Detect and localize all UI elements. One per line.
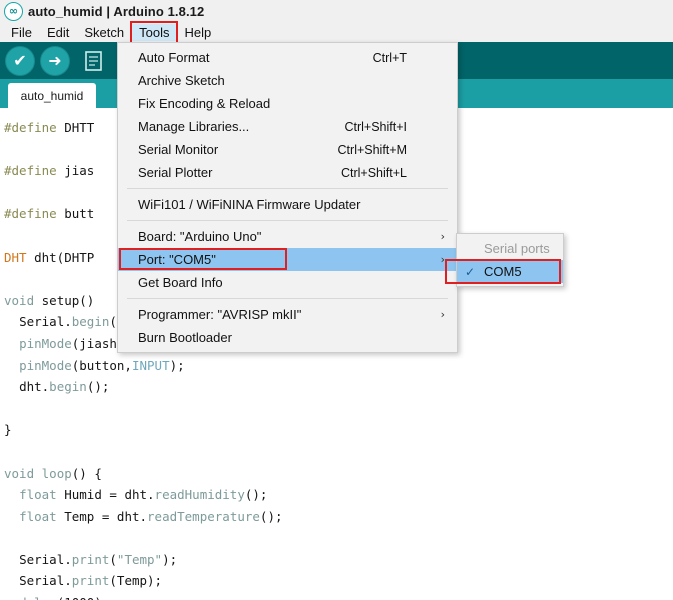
submenu-header-serial-ports: Serial ports <box>484 241 550 256</box>
menu-item-get-board-info[interactable]: Get Board Info <box>118 271 457 294</box>
menu-item-manage-libraries[interactable]: Manage Libraries... Ctrl+Shift+I <box>118 115 457 138</box>
menu-item-archive-sketch[interactable]: Archive Sketch <box>118 69 457 92</box>
menu-item-port[interactable]: Port: "COM5" › <box>118 248 457 271</box>
upload-button[interactable]: ➜ <box>40 46 70 76</box>
verify-button[interactable]: ✔ <box>5 46 35 76</box>
shortcut-serial-monitor: Ctrl+Shift+M <box>337 142 407 157</box>
menu-separator <box>127 220 448 221</box>
shortcut-auto-format: Ctrl+T <box>372 50 407 65</box>
menu-item-auto-format[interactable]: Auto Format Ctrl+T <box>118 46 457 69</box>
new-file-icon <box>84 51 102 71</box>
menubar-item-file[interactable]: File <box>4 24 39 41</box>
chevron-right-icon: › <box>440 230 445 243</box>
shortcut-manage-libraries: Ctrl+Shift+I <box>344 119 407 134</box>
menu-item-serial-monitor[interactable]: Serial Monitor Ctrl+Shift+M <box>118 138 457 161</box>
submenu-item-com5[interactable]: ✓ COM5 <box>445 259 563 284</box>
infinity-glyph: ∞ <box>8 4 19 18</box>
checkmark-icon: ✓ <box>465 264 476 279</box>
check-icon: ✔ <box>13 51 27 70</box>
menu-item-burn-bootloader[interactable]: Burn Bootloader <box>118 326 457 349</box>
tools-dropdown-menu[interactable]: Auto Format Ctrl+T Archive Sketch Fix En… <box>117 42 458 353</box>
menu-item-programmer[interactable]: Programmer: "AVRISP mkII" › <box>118 303 457 326</box>
chevron-right-icon: › <box>440 308 445 321</box>
menubar-item-sketch[interactable]: Sketch <box>77 24 131 41</box>
arduino-infinity-logo-icon: ∞ <box>4 1 23 21</box>
shortcut-serial-plotter: Ctrl+Shift+L <box>340 165 407 180</box>
arrow-right-icon: ➜ <box>48 51 62 70</box>
window-title: auto_humid | Arduino 1.8.12 <box>28 3 205 19</box>
menubar-item-help[interactable]: Help <box>177 24 218 41</box>
menu-item-board[interactable]: Board: "Arduino Uno" › <box>118 225 457 248</box>
port-submenu[interactable]: Serial ports ✓ COM5 <box>445 233 564 287</box>
sketch-tab-auto-humid[interactable]: auto_humid <box>8 83 96 108</box>
menubar-item-edit[interactable]: Edit <box>40 24 76 41</box>
menu-bar: File Edit Sketch Tools Help <box>0 20 673 44</box>
menu-item-wifi-firmware-updater[interactable]: WiFi101 / WiFiNINA Firmware Updater <box>118 193 457 216</box>
title-bar: ∞ auto_humid | Arduino 1.8.12 <box>0 0 673 22</box>
menu-item-fix-encoding-reload[interactable]: Fix Encoding & Reload <box>118 92 457 115</box>
new-sketch-button[interactable] <box>78 46 108 76</box>
menu-separator <box>127 188 448 189</box>
menubar-item-tools[interactable]: Tools <box>130 20 179 44</box>
menu-separator <box>127 298 448 299</box>
menu-item-serial-plotter[interactable]: Serial Plotter Ctrl+Shift+L <box>118 161 457 184</box>
